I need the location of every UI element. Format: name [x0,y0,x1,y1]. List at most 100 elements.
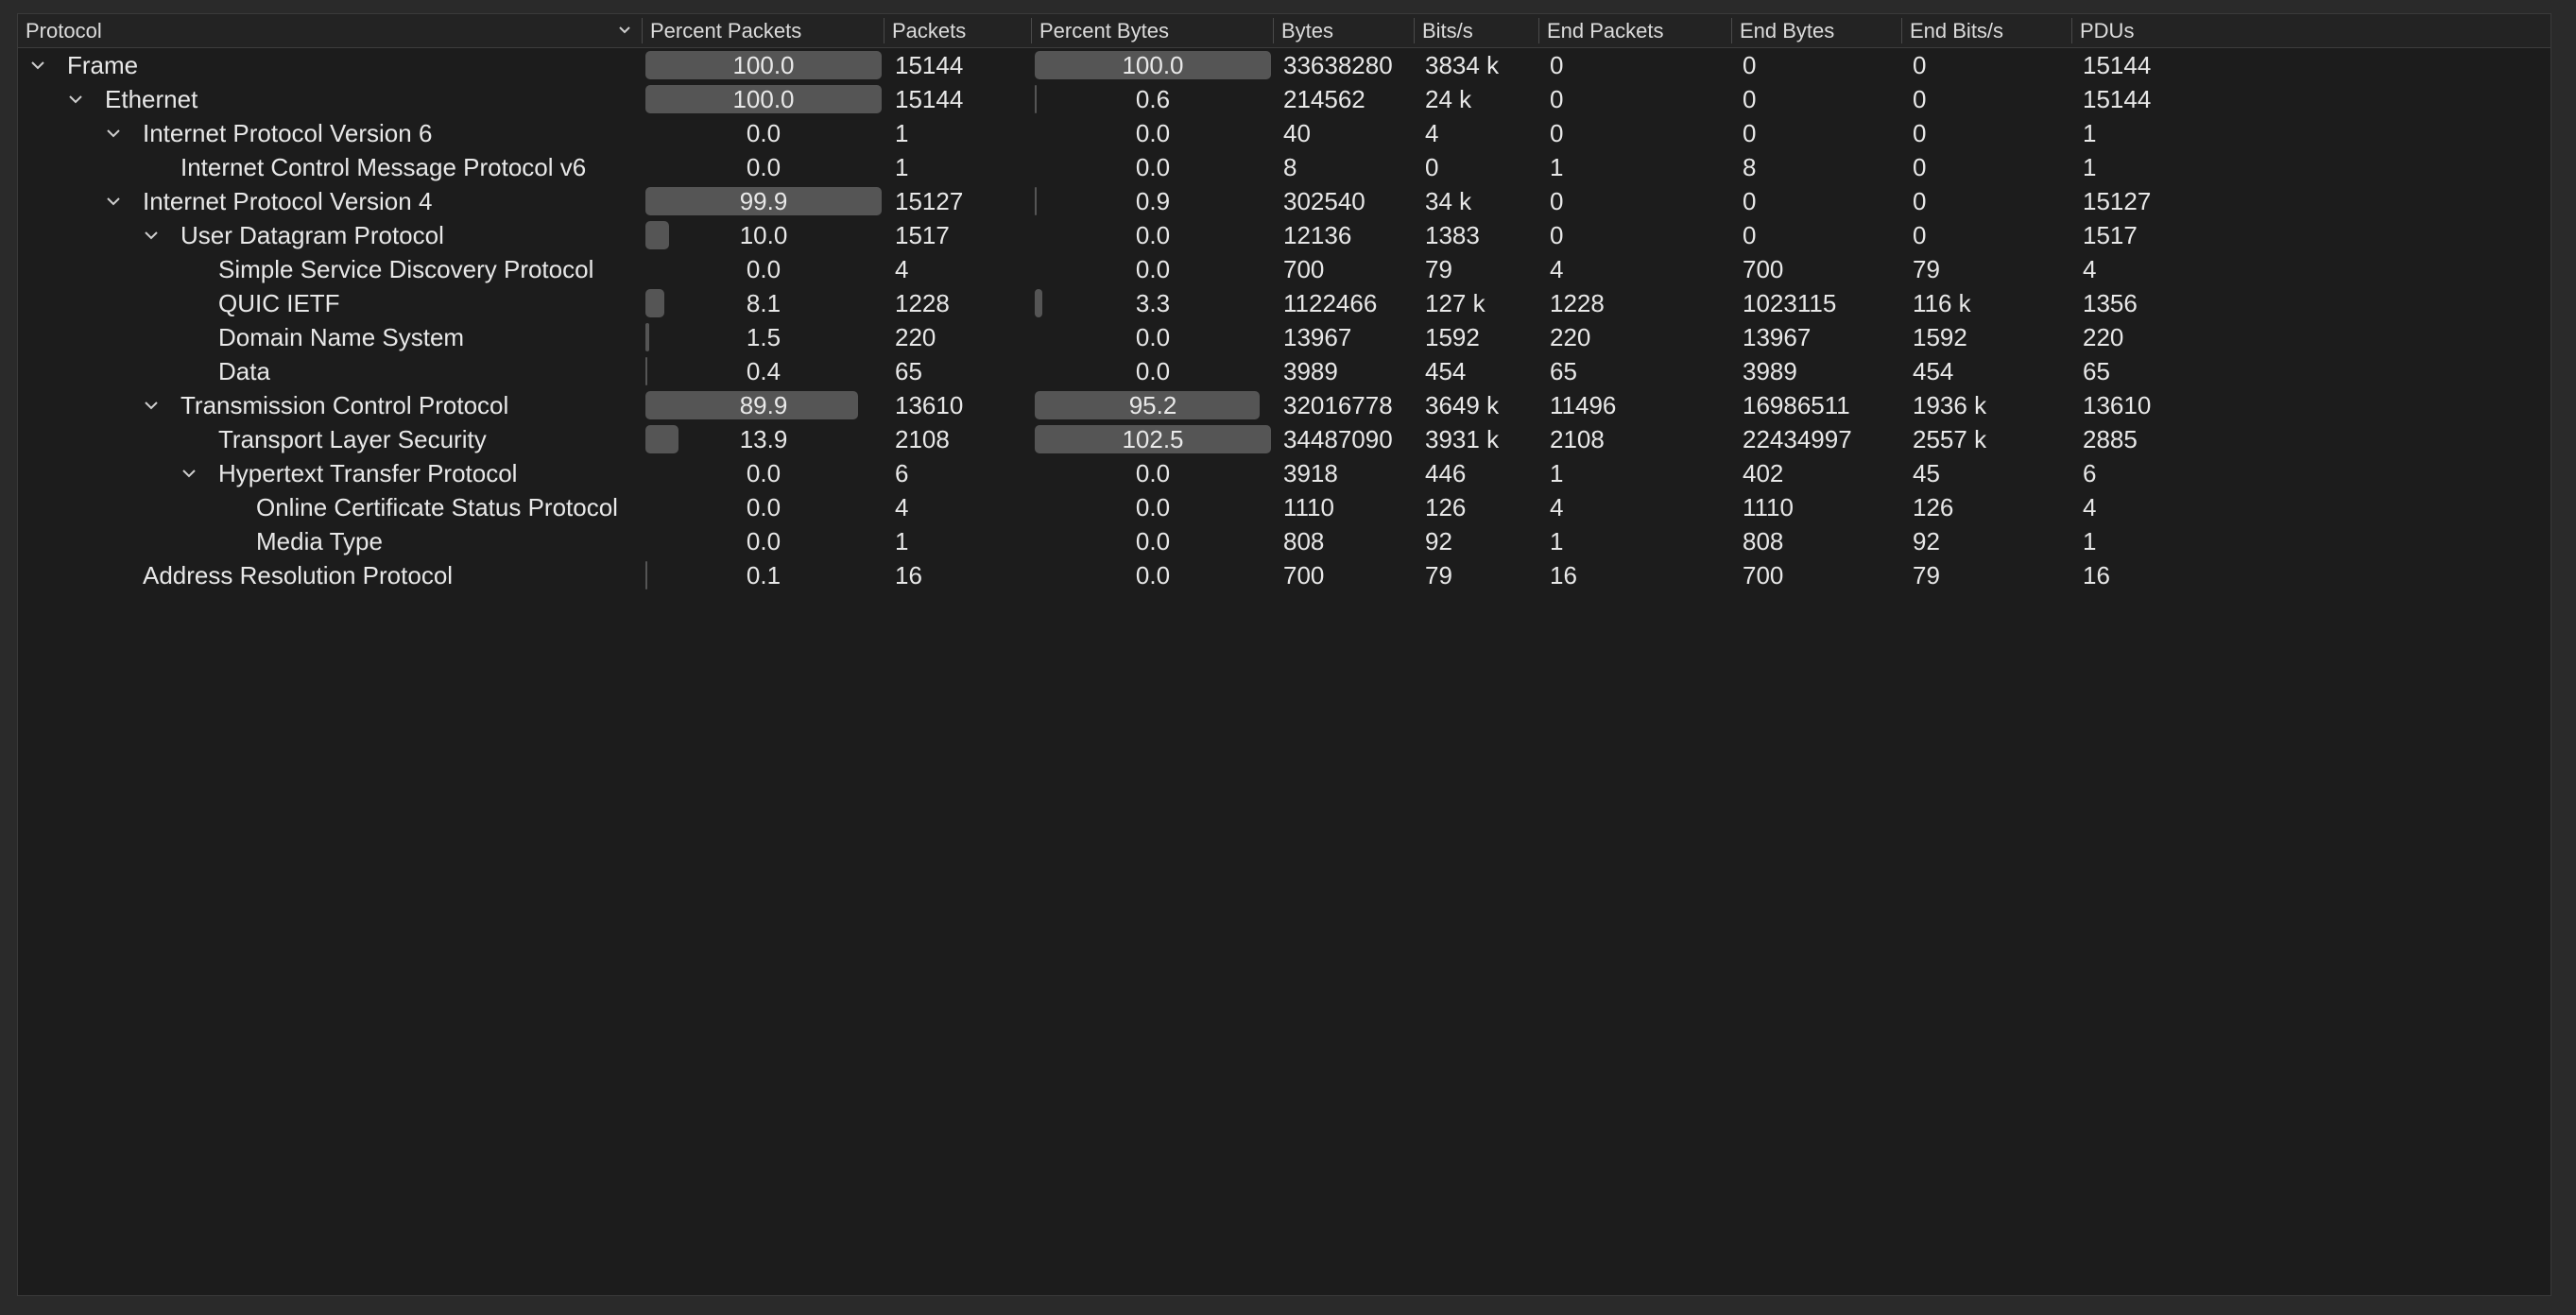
table-row[interactable]: Address Resolution Protocol 0.1 0.0 16 700 79… [18,558,2550,592]
pdus-cell: 6 [2083,458,2097,487]
percent-value: 0.0 [746,492,781,521]
bytes-cell: 32016778 [1283,390,1393,419]
protocol-cell: User Datagram Protocol [18,218,642,252]
table-row[interactable]: Internet Protocol Version 4 99.9 0.9 15127 3… [18,184,2550,218]
chevron-down-icon[interactable] [67,91,84,108]
protocol-name: Domain Name System [218,322,465,351]
percent-value: 0.0 [746,118,781,147]
percent-value: 100.0 [1122,50,1184,79]
end-packets-cell: 1 [1550,458,1564,487]
protocol-name: User Datagram Protocol [180,220,444,249]
chevron-down-icon[interactable] [29,57,46,74]
bytes-cell: 1122466 [1283,288,1378,317]
table-row[interactable]: Media Type 0.0 0.0 1 808 92 1 808 92 1 [18,524,2550,558]
end-bits-s-cell: 0 [1913,220,1927,249]
chevron-down-icon[interactable] [105,193,122,210]
column-end-packets[interactable]: End Packets [1539,14,1731,47]
end-bits-s-cell: 0 [1913,118,1927,147]
percent-bar [645,289,664,317]
packets-cell: 4 [895,254,909,283]
table-row[interactable]: Data 0.4 0.0 65 3989 454 65 3989 454 65 [18,354,2550,388]
table-row[interactable]: Internet Protocol Version 6 0.0 0.0 1 40 4 0 0 0… [18,116,2550,150]
percent-packets-cell: 89.9 [645,388,882,422]
pdus-cell: 1 [2083,118,2097,147]
table-row[interactable]: Domain Name System 1.5 0.0 220 13967 1592 220 1… [18,320,2550,354]
bits-s-cell: 3931 k [1425,424,1500,453]
chevron-down-icon[interactable] [180,465,197,482]
table-row[interactable]: User Datagram Protocol 10.0 0.0 1517 12136 13… [18,218,2550,252]
table-row[interactable]: Frame 100.0 100.0 15144 33638280 3834 k 0 0 0 151… [18,48,2550,82]
percent-value: 0.9 [1135,186,1171,215]
end-packets-cell: 0 [1550,118,1564,147]
percent-value: 100.0 [732,84,795,113]
protocol-name: Media Type [256,526,383,555]
packets-cell: 15127 [895,186,964,215]
end-bytes-cell: 8 [1743,152,1757,181]
percent-value: 0.0 [746,152,781,181]
column-end-bytes[interactable]: End Bytes [1732,14,1901,47]
column-protocol[interactable]: Protocol [18,14,642,47]
column-end-bits-s[interactable]: End Bits/s [1902,14,2071,47]
percent-value: 8.1 [746,288,781,317]
bytes-cell: 12136 [1283,220,1352,249]
column-packets[interactable]: Packets [884,14,1031,47]
end-bytes-cell: 22434997 [1743,424,1852,453]
column-pdus[interactable]: PDUs [2072,14,2261,47]
protocol-cell: QUIC IETF [18,286,642,320]
percent-value: 0.4 [746,356,781,385]
percent-packets-cell: 0.0 [645,456,882,490]
table-row[interactable]: Online Certificate Status Protocol 0.0 0.0… [18,490,2550,524]
pdus-cell: 4 [2083,492,2097,521]
sort-chevron-down-icon[interactable] [615,21,634,40]
percent-bytes-cell: 3.3 [1035,286,1271,320]
bytes-cell: 214562 [1283,84,1365,113]
bits-s-cell: 92 [1425,526,1452,555]
percent-packets-cell: 99.9 [645,184,882,218]
bytes-cell: 3989 [1283,356,1338,385]
protocol-name: Hypertext Transfer Protocol [218,458,518,487]
bytes-cell: 302540 [1283,186,1365,215]
end-bytes-cell: 16986511 [1743,390,1850,419]
chevron-down-icon[interactable] [143,397,160,414]
table-row[interactable]: Hypertext Transfer Protocol 0.0 0.0 6 3918 44… [18,456,2550,490]
table-row[interactable]: Transport Layer Security 13.9 102.5 2108 344… [18,422,2550,456]
end-packets-cell: 220 [1550,322,1591,351]
column-percent-packets[interactable]: Percent Packets [643,14,884,47]
percent-bar [645,425,678,453]
end-packets-cell: 4 [1550,492,1564,521]
percent-value: 99.9 [739,186,788,215]
column-bits-s-label: Bits/s [1422,18,1473,43]
bits-s-cell: 1592 [1425,322,1480,351]
chevron-down-icon[interactable] [143,227,160,244]
protocol-cell: Internet Control Message Protocol v6 [18,150,642,184]
percent-value: 10.0 [739,220,788,249]
chevron-down-icon[interactable] [105,125,122,142]
protocol-name: Transport Layer Security [218,424,487,453]
table-row[interactable]: QUIC IETF 8.1 3.3 1228 1122466 127 k 1228 10231… [18,286,2550,320]
end-bytes-cell: 808 [1743,526,1784,555]
table-row[interactable]: Simple Service Discovery Protocol 0.0 0.0 4… [18,252,2550,286]
end-bits-s-cell: 126 [1913,492,1954,521]
bytes-cell: 8 [1283,152,1297,181]
table-row[interactable]: Internet Control Message Protocol v6 0.0 0… [18,150,2550,184]
pdus-cell: 1 [2083,152,2097,181]
end-bits-s-cell: 1592 [1913,322,1967,351]
end-packets-cell: 4 [1550,254,1564,283]
column-bits-s[interactable]: Bits/s [1415,14,1538,47]
end-bits-s-cell: 1936 k [1913,390,1987,419]
percent-bar [645,357,647,385]
protocol-cell: Domain Name System [18,320,642,354]
table-row[interactable]: Transmission Control Protocol 89.9 95.2 136… [18,388,2550,422]
percent-bytes-cell: 0.6 [1035,82,1271,116]
column-header: Protocol Percent Packets Packets Percent… [18,14,2550,48]
table-row[interactable]: Ethernet 100.0 0.6 15144 214562 24 k 0 0 0 15144 [18,82,2550,116]
end-packets-cell: 16 [1550,560,1577,589]
percent-value: 95.2 [1128,390,1177,419]
percent-bar [1035,85,1037,113]
column-bytes[interactable]: Bytes [1274,14,1414,47]
end-bytes-cell: 0 [1743,186,1757,215]
percent-packets-cell: 10.0 [645,218,882,252]
column-percent-bytes[interactable]: Percent Bytes [1032,14,1273,47]
pdus-cell: 1517 [2083,220,2138,249]
percent-value: 0.1 [746,560,781,589]
